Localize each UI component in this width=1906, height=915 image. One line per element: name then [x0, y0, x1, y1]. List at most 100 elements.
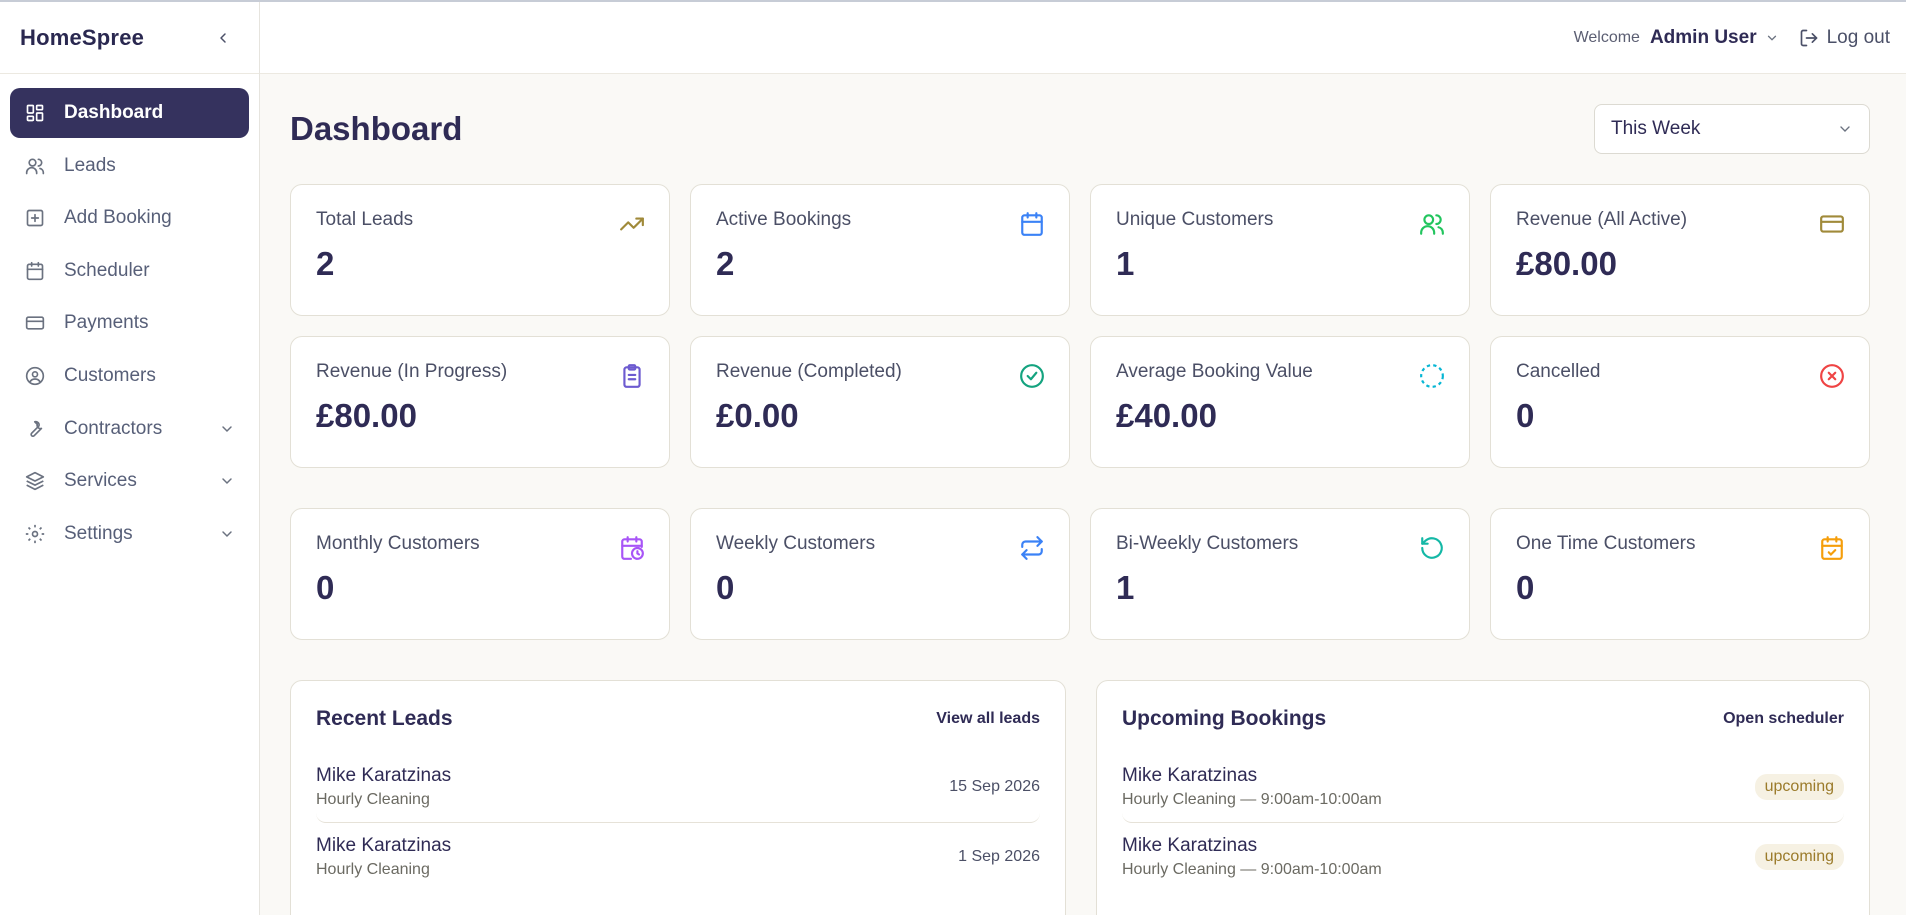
- stat-label: Revenue (Completed): [716, 361, 902, 382]
- credit-card-icon: [24, 312, 46, 334]
- sidebar-item-settings[interactable]: Settings: [10, 509, 249, 559]
- stat-label: Revenue (All Active): [1516, 209, 1688, 230]
- user-circle-icon: [24, 365, 46, 387]
- stat-value: £80.00: [316, 397, 417, 434]
- sidebar-item-label: Add Booking: [64, 207, 172, 229]
- open-scheduler-link[interactable]: Open scheduler: [1723, 710, 1844, 728]
- stat-label: Monthly Customers: [316, 533, 480, 554]
- collapse-sidebar-button[interactable]: [211, 26, 235, 50]
- stat-card-bi-weekly-customers: Bi-Weekly Customers 1: [1090, 508, 1470, 640]
- lead-date: 1 Sep 2026: [958, 848, 1040, 865]
- user-menu[interactable]: Admin User: [1650, 27, 1779, 49]
- dashboard-icon: [24, 102, 46, 124]
- stat-value: £80.00: [1516, 245, 1617, 282]
- stat-label: Unique Customers: [1116, 209, 1274, 230]
- date-range-select[interactable]: This Week: [1594, 104, 1870, 154]
- stat-card-one-time-customers: One Time Customers 0: [1490, 508, 1870, 640]
- stat-value: 1: [1116, 245, 1135, 282]
- layers-icon: [24, 470, 46, 492]
- lead-list-item[interactable]: Mike Karatzinas Hourly Cleaning 1 Sep 20…: [316, 823, 1040, 893]
- lead-list-item[interactable]: Mike Karatzinas Hourly Cleaning 15 Sep 2…: [316, 753, 1040, 823]
- stat-card-average-booking-value: Average Booking Value £40.00: [1090, 336, 1470, 468]
- logout-label: Log out: [1826, 26, 1890, 48]
- stat-label: Weekly Customers: [716, 533, 876, 554]
- calendar-icon: [1021, 212, 1043, 236]
- stat-value: 0: [1516, 397, 1535, 434]
- clipboard-list-icon: [623, 364, 641, 388]
- repeat-icon: [1021, 536, 1043, 560]
- user-name: Admin User: [1649, 26, 1757, 48]
- lead-date: 15 Sep 2026: [949, 777, 1040, 795]
- stat-label: Bi-Weekly Customers: [1116, 533, 1299, 554]
- recent-leads-panel: Recent Leads View all leads Mike Karatzi…: [290, 680, 1066, 915]
- stat-card-weekly-customers: Weekly Customers 0: [690, 508, 1070, 640]
- stat-card-cancelled: Cancelled 0: [1490, 336, 1870, 468]
- stat-value: £0.00: [716, 397, 799, 434]
- booking-list-item[interactable]: Mike Karatzinas Hourly Cleaning — 9:00am…: [1122, 753, 1844, 823]
- lead-name: Mike Karatzinas: [316, 764, 452, 786]
- lead-service: Hourly Cleaning: [316, 861, 430, 878]
- sidebar-item-label: Payments: [64, 312, 149, 334]
- sidebar-item-payments[interactable]: Payments: [10, 298, 249, 348]
- booking-list-item[interactable]: Mike Karatzinas Hourly Cleaning — 9:00am…: [1122, 823, 1844, 893]
- chevron-down-icon: [222, 425, 232, 432]
- chevron-down-icon: [222, 531, 232, 537]
- topbar: Welcome Admin User Log out: [260, 2, 1906, 74]
- stats-grid: Total Leads 2 Active Bookings 2 Unique C…: [290, 184, 1870, 468]
- chevron-down-icon: [1767, 35, 1776, 41]
- sidebar-item-label: Services: [64, 470, 137, 492]
- lead-service: Hourly Cleaning: [316, 790, 430, 808]
- sidebar-item-dashboard[interactable]: Dashboard: [10, 88, 249, 138]
- page-title: Dashboard: [290, 110, 463, 147]
- trending-up-icon: [620, 217, 644, 231]
- customer-type-grid: Monthly Customers 0 Weekly Customers 0 B…: [290, 508, 1870, 640]
- brand-logo[interactable]: HomeSpree: [20, 25, 144, 51]
- stat-value: £40.00: [1116, 397, 1217, 434]
- stat-card-revenue-all-active: Revenue (All Active) £80.00: [1490, 184, 1870, 316]
- sidebar-item-customers[interactable]: Customers: [10, 351, 249, 401]
- sidebar-item-label: Customers: [64, 364, 156, 386]
- sidebar-item-scheduler[interactable]: Scheduler: [10, 246, 249, 296]
- stat-value: 0: [716, 569, 735, 606]
- calendar-check-icon: [1821, 536, 1843, 560]
- stat-card-unique-customers: Unique Customers 1: [1090, 184, 1470, 316]
- view-all-leads-link[interactable]: View all leads: [936, 710, 1040, 728]
- loader-circle-icon: [1420, 364, 1444, 388]
- page-header: Dashboard This Week: [290, 74, 1870, 184]
- stat-label: Revenue (In Progress): [316, 361, 508, 382]
- stat-card-total-leads: Total Leads 2: [290, 184, 670, 316]
- sidebar-item-label: Scheduler: [64, 259, 150, 281]
- stat-label: Average Booking Value: [1116, 361, 1313, 382]
- stat-value: 0: [316, 569, 335, 606]
- sidebar-item-contractors[interactable]: Contractors: [10, 404, 249, 454]
- stat-card-monthly-customers: Monthly Customers 0: [290, 508, 670, 640]
- stat-card-revenue-in-progress: Revenue (In Progress) £80.00: [290, 336, 670, 468]
- wrench-icon: [24, 418, 46, 440]
- stat-card-active-bookings: Active Bookings 2: [690, 184, 1070, 316]
- users-icon: [24, 155, 46, 177]
- users-icon: [1420, 214, 1444, 235]
- chevron-down-icon: [1840, 126, 1850, 132]
- status-badge: upcoming: [1754, 773, 1844, 800]
- logout-button[interactable]: Log out: [1799, 27, 1890, 49]
- sidebar-item-label: Leads: [64, 154, 116, 176]
- panel-header: Upcoming Bookings Open scheduler: [1122, 707, 1844, 731]
- sidebar: HomeSpree Dashboard Leads Add Booking Sc…: [0, 2, 260, 915]
- stat-card-revenue-completed: Revenue (Completed) £0.00: [690, 336, 1070, 468]
- stat-value: 2: [316, 245, 335, 282]
- gear-icon: [24, 523, 46, 545]
- status-badge: upcoming: [1754, 844, 1844, 870]
- lead-name: Mike Karatzinas: [316, 835, 452, 856]
- upcoming-bookings-panel: Upcoming Bookings Open scheduler Mike Ka…: [1096, 680, 1870, 915]
- sidebar-item-label: Contractors: [64, 417, 163, 439]
- plus-square-icon: [24, 207, 46, 229]
- sidebar-item-leads[interactable]: Leads: [10, 141, 249, 191]
- panel-title: Upcoming Bookings: [1122, 707, 1327, 730]
- sidebar-item-add-booking[interactable]: Add Booking: [10, 193, 249, 243]
- rotate-ccw-icon: [1421, 537, 1443, 559]
- sidebar-item-services[interactable]: Services: [10, 456, 249, 506]
- sidebar-item-label: Dashboard: [64, 102, 164, 123]
- calendar-clock-icon: [621, 536, 644, 560]
- sidebar-item-label: Settings: [64, 522, 133, 544]
- stat-label: Active Bookings: [716, 209, 852, 230]
